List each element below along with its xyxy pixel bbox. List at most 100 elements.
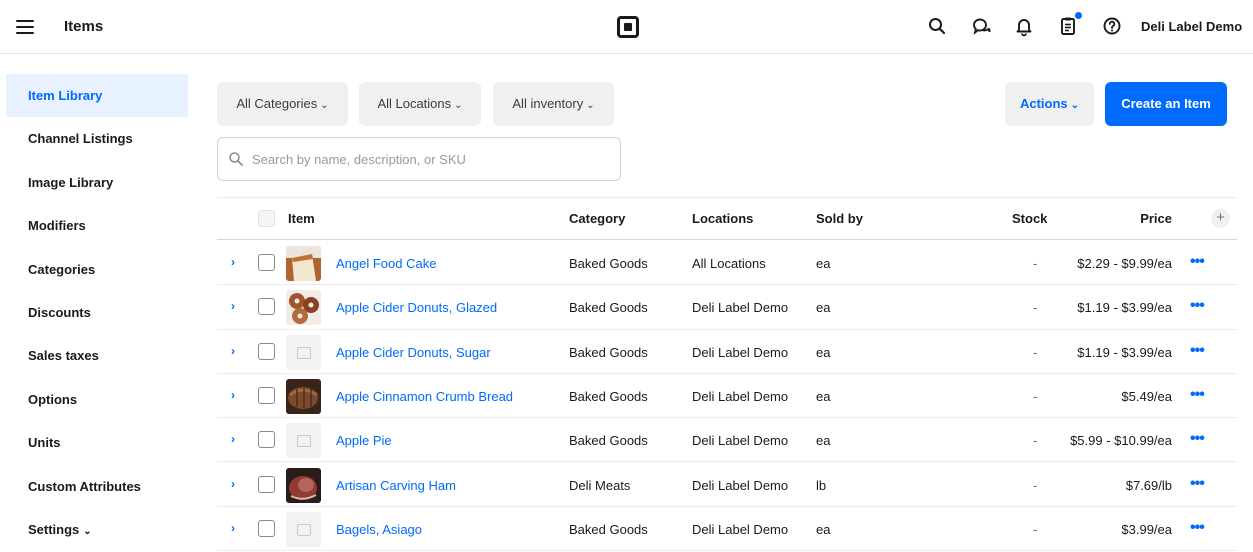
- more-options-icon[interactable]: •••: [1190, 342, 1205, 360]
- add-column-icon[interactable]: +: [1211, 209, 1230, 228]
- sidebar-item-sales-taxes[interactable]: Sales taxes: [6, 334, 188, 377]
- search-box: [217, 137, 621, 181]
- item-name-link[interactable]: Angel Food Cake: [336, 256, 436, 271]
- bell-icon[interactable]: [1013, 15, 1035, 37]
- row-checkbox[interactable]: [258, 386, 275, 404]
- chevron-down-icon: ⌄: [320, 100, 329, 111]
- expand-chevron-icon[interactable]: ›: [231, 388, 235, 402]
- item-name-link[interactable]: Bagels, Asiago: [336, 522, 422, 537]
- location-filter-dropdown[interactable]: All Locations ⌄: [359, 82, 481, 126]
- item-stock: -: [1033, 344, 1038, 360]
- page-title: Items: [64, 18, 104, 35]
- account-name[interactable]: Deli Label Demo: [1141, 19, 1242, 34]
- row-checkbox[interactable]: [258, 475, 275, 493]
- image-placeholder-icon: [286, 511, 321, 547]
- column-header-sold-by[interactable]: Sold by: [816, 211, 863, 226]
- item-sold-by: ea: [816, 300, 831, 316]
- row-checkbox[interactable]: [258, 519, 275, 537]
- expand-chevron-icon[interactable]: ›: [231, 477, 235, 491]
- item-sold-by: ea: [816, 433, 831, 449]
- item-thumbnail: [286, 246, 321, 281]
- sidebar-item-options[interactable]: Options: [6, 378, 188, 421]
- table-header: Item Category Locations Sold by Stock Pr…: [217, 197, 1237, 240]
- sidebar-item-settings[interactable]: Settings ⌄: [6, 508, 188, 551]
- more-options-icon[interactable]: •••: [1190, 297, 1205, 315]
- item-category: Baked Goods: [569, 344, 648, 360]
- expand-chevron-icon[interactable]: ›: [231, 521, 235, 535]
- column-header-category[interactable]: Category: [569, 211, 625, 226]
- location-filter-label: All Locations: [377, 96, 452, 111]
- select-all-checkbox[interactable]: [258, 210, 275, 227]
- expand-chevron-icon[interactable]: ›: [231, 299, 235, 313]
- item-stock: -: [1033, 477, 1038, 493]
- item-name-link[interactable]: Apple Pie: [336, 433, 392, 448]
- sidebar-item-discounts[interactable]: Discounts: [6, 291, 188, 334]
- category-filter-dropdown[interactable]: All Categories ⌄: [217, 82, 348, 126]
- category-filter-label: All Categories: [236, 96, 318, 111]
- item-name-link[interactable]: Artisan Carving Ham: [336, 478, 456, 493]
- sidebar-item-image-library[interactable]: Image Library: [6, 161, 188, 204]
- row-checkbox[interactable]: [258, 298, 275, 316]
- table-row[interactable]: › Bagels, Asiago Baked Goods Deli Label …: [217, 507, 1237, 552]
- item-price: $7.69/lb: [1125, 477, 1172, 493]
- top-bar: Items Deli Label Demo: [0, 0, 1253, 54]
- item-category: Baked Goods: [569, 433, 648, 449]
- help-icon[interactable]: [1101, 15, 1123, 37]
- sidebar-item-units[interactable]: Units: [6, 421, 188, 464]
- item-price: $2.29 - $9.99/ea: [1077, 256, 1172, 271]
- search-input[interactable]: [252, 138, 612, 180]
- item-name-link[interactable]: Apple Cider Donuts, Sugar: [336, 345, 491, 360]
- notification-dot: [1075, 12, 1082, 19]
- column-header-price[interactable]: Price: [1140, 211, 1172, 226]
- more-options-icon[interactable]: •••: [1190, 519, 1205, 537]
- item-price: $5.49/ea: [1121, 388, 1172, 404]
- item-category: Baked Goods: [569, 388, 648, 404]
- row-checkbox[interactable]: [258, 254, 275, 271]
- clipboard-icon[interactable]: [1057, 12, 1082, 37]
- more-options-icon[interactable]: •••: [1190, 253, 1205, 271]
- table-row[interactable]: › Angel Food Cake Baked Goods All Locati…: [217, 241, 1237, 286]
- more-options-icon[interactable]: •••: [1190, 386, 1205, 404]
- chat-icon[interactable]: [970, 15, 992, 37]
- expand-chevron-icon[interactable]: ›: [231, 432, 235, 446]
- more-options-icon[interactable]: •••: [1190, 475, 1205, 493]
- expand-chevron-icon[interactable]: ›: [231, 255, 235, 269]
- table-row[interactable]: › Apple Cider Donuts, Glazed Baked Goods…: [217, 285, 1237, 330]
- column-header-item[interactable]: Item: [288, 211, 315, 226]
- item-name-link[interactable]: Apple Cider Donuts, Glazed: [336, 300, 497, 315]
- row-checkbox[interactable]: [258, 342, 275, 360]
- more-options-icon[interactable]: •••: [1190, 430, 1205, 448]
- chevron-down-icon: ⌄: [1070, 100, 1080, 111]
- table-row[interactable]: › Apple Pie Baked Goods Deli Label Demo …: [217, 418, 1237, 463]
- sidebar-item-channel-listings[interactable]: Channel Listings: [6, 117, 188, 160]
- create-item-button[interactable]: Create an Item: [1105, 82, 1227, 126]
- sidebar-item-custom-attributes[interactable]: Custom Attributes: [6, 465, 188, 508]
- item-name-link[interactable]: Apple Cinnamon Crumb Bread: [336, 389, 513, 404]
- item-sold-by: ea: [816, 256, 831, 271]
- table-row[interactable]: › Artisan Carving Ham Deli Meats Deli La…: [217, 463, 1237, 507]
- sidebar-item-categories[interactable]: Categories: [6, 248, 188, 291]
- sidebar-item-modifiers[interactable]: Modifiers: [6, 204, 188, 247]
- chevron-down-icon: ⌄: [454, 100, 463, 111]
- item-locations: Deli Label Demo: [692, 477, 789, 493]
- row-checkbox[interactable]: [258, 431, 275, 449]
- search-icon: [229, 152, 243, 166]
- column-header-locations[interactable]: Locations: [692, 211, 753, 226]
- item-stock: -: [1033, 300, 1038, 316]
- search-icon[interactable]: [926, 15, 948, 37]
- item-category: Baked Goods: [569, 300, 648, 316]
- image-placeholder-icon: [286, 423, 321, 459]
- item-thumbnail: [286, 467, 321, 503]
- item-price: $3.99/ea: [1121, 521, 1172, 537]
- table-row[interactable]: › Apple Cider Donuts, Sugar Baked Goods …: [217, 330, 1237, 374]
- expand-chevron-icon[interactable]: ›: [231, 344, 235, 358]
- item-stock: -: [1033, 256, 1038, 271]
- square-logo[interactable]: [617, 16, 639, 38]
- sidebar-item-item-library[interactable]: Item Library: [6, 74, 188, 118]
- item-category: Deli Meats: [569, 477, 631, 493]
- menu-icon[interactable]: [16, 20, 34, 34]
- column-header-stock[interactable]: Stock: [1012, 211, 1047, 226]
- inventory-filter-dropdown[interactable]: All inventory ⌄: [493, 82, 614, 126]
- table-row[interactable]: › Apple Cinnamon Crumb Bread Baked Goods…: [217, 374, 1237, 419]
- actions-button[interactable]: Actions ⌄: [1005, 82, 1094, 126]
